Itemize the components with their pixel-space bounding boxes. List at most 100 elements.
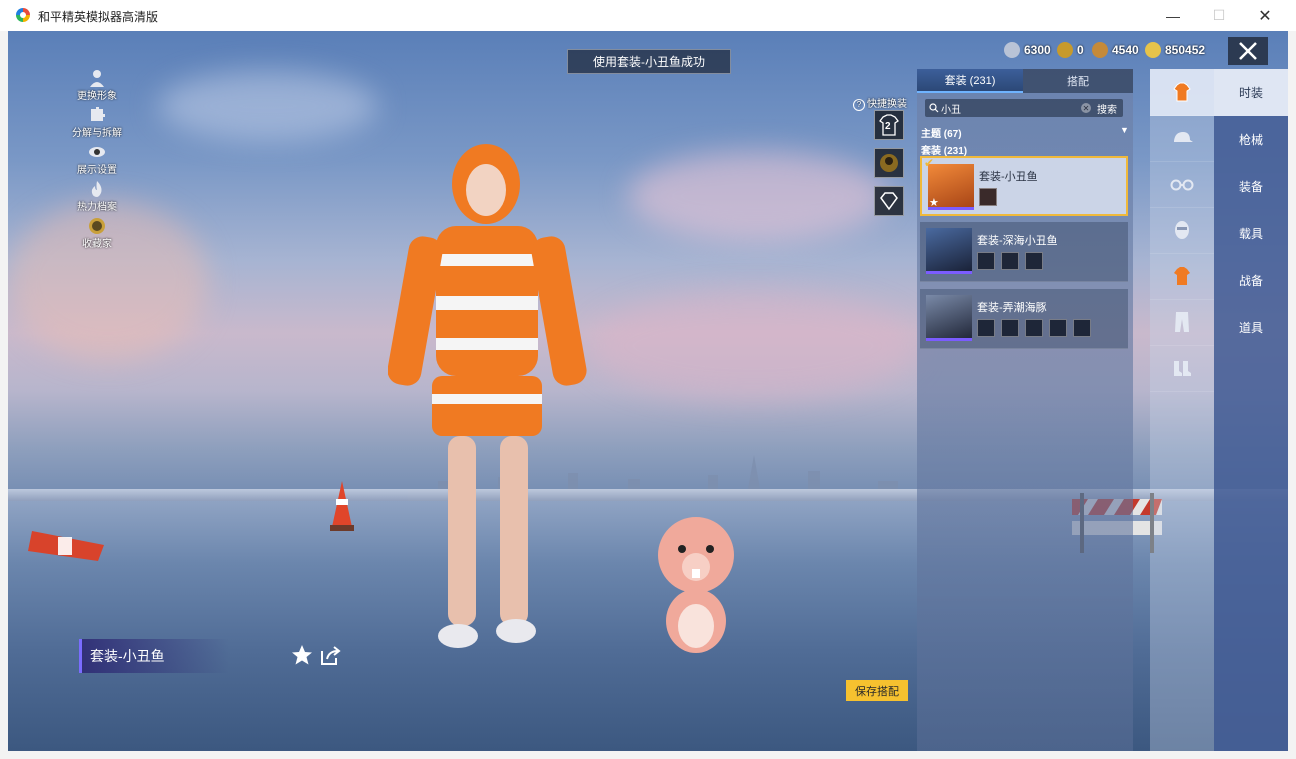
outfit-item-label: 套装-小丑鱼 [979,171,1038,183]
menu-items[interactable]: 道具 [1214,304,1288,351]
check-icon: ✔ [924,156,935,170]
menu-fashion[interactable]: 时装 [1214,69,1288,116]
cloud-decoration [158,71,378,141]
outfit-item[interactable]: 套装-弄潮海豚 [920,289,1128,349]
share-icon [321,646,341,665]
current-outfit-name: 套装-小丑鱼 [79,639,229,673]
item-part-thumbnail [1025,252,1043,270]
save-outfit-button[interactable]: 保存搭配 [846,680,908,701]
item-part-thumbnail [977,252,995,270]
outfit-panel: 套装 (231) 搭配 ✕ 搜索 主题 (67) ▼ 套装 (231) ✔ ★ … [917,69,1133,751]
currency-value: 4540 [1112,43,1139,57]
shoes-icon [1174,361,1191,376]
quick-preset-button[interactable]: 2 [874,110,904,140]
search-input[interactable] [941,100,1081,116]
currency-value: 0 [1077,43,1084,57]
traffic-cone [28,531,104,561]
display-settings-button[interactable]: 展示设置 [62,143,132,176]
category-icon-column [1150,69,1214,751]
outfit-item[interactable]: ✔ ★ 套装-小丑鱼 [920,156,1128,216]
character-model [388,144,587,648]
star-icon: ★ [929,197,939,209]
item-part-thumbnail [979,188,997,206]
goggles-icon [1170,179,1194,191]
item-part-thumbnail [977,319,995,337]
category-headwear[interactable] [1150,115,1214,162]
quick-emblem-button[interactable] [874,148,904,178]
change-appearance-button[interactable]: 更换形象 [62,69,132,102]
cloud-decoration [588,291,918,401]
cap-icon [1174,132,1193,142]
menu-weapons[interactable]: 枪械 [1214,116,1288,163]
item-part-thumbnail [1073,319,1091,337]
tab-combos[interactable]: 搭配 [1023,69,1133,93]
category-pants[interactable] [1150,299,1214,346]
outfit-thumbnail [926,295,972,341]
panel-tabs: 套装 (231) 搭配 [917,69,1133,93]
search-icon [929,103,939,113]
cloud-decoration [628,151,888,241]
maximize-button[interactable]: ☐ [1196,0,1242,31]
category-face[interactable] [1150,207,1214,254]
item-part-thumbnail [1049,319,1067,337]
star-icon [292,645,312,665]
quick-change-label[interactable]: ? 快捷换装 [853,95,907,111]
close-screen-button[interactable] [1228,37,1268,65]
quick-change-text: 快捷换装 [867,99,907,110]
category-outfit[interactable] [1150,69,1214,116]
menu-label: 热力档案 [77,202,117,213]
app-logo-icon [16,8,30,22]
category-eyewear[interactable] [1150,161,1214,208]
quick-diamond-button[interactable] [874,186,904,216]
close-icon [1239,42,1257,60]
traffic-cone [330,481,354,531]
menu-battle-prep[interactable]: 战备 [1214,257,1288,304]
section-header: 套装 (231) [921,146,968,157]
mask-icon [1175,221,1189,239]
menu-label: 更换形象 [77,91,117,102]
clear-search-icon[interactable]: ✕ [1081,103,1091,113]
diamond-icon [880,192,898,211]
close-window-button[interactable]: ✕ [1242,0,1288,31]
flame-icon [91,181,102,197]
main-category-menu: 时装 枪械 装备 载具 战备 道具 [1214,69,1288,751]
menu-label: 收藏家 [82,239,112,250]
game-viewport: 使用套装-小丑鱼成功 更换形象 分解与拆解 展示设置 热力档案 收藏家 6300 [8,31,1288,751]
search-button[interactable]: 搜索 [1097,101,1117,116]
minimize-button[interactable]: — [1150,0,1196,31]
preset-number: 2 [885,121,891,132]
top-icon [1174,267,1190,285]
outfit-item[interactable]: 套装-深海小丑鱼 [920,222,1128,282]
pants-icon [1175,312,1189,332]
menu-equipment[interactable]: 装备 [1214,163,1288,210]
emblem-icon [880,154,898,172]
heat-archive-button[interactable]: 热力档案 [62,180,132,213]
window-title: 和平精英模拟器高清版 [38,10,159,24]
menu-vehicles[interactable]: 载具 [1214,210,1288,257]
item-part-thumbnail [1001,319,1019,337]
decompose-button[interactable]: 分解与拆解 [62,106,132,139]
category-top[interactable] [1150,253,1214,300]
success-toast: 使用套装-小丑鱼成功 [567,49,731,74]
currency-value: 850452 [1165,43,1206,57]
chevron-down-icon[interactable]: ▼ [1120,125,1129,135]
outfit-thumbnail [926,228,972,274]
category-shoes[interactable] [1150,345,1214,392]
gold-coin-icon [1145,42,1161,58]
background-window-strip [0,751,1296,759]
tab-outfits[interactable]: 套装 (231) [917,69,1023,93]
bronze-coin-icon [1092,42,1108,58]
medal-icon [89,218,105,234]
collector-button[interactable]: 收藏家 [62,217,132,250]
pet-companion [658,517,734,653]
currency-value: 6300 [1024,43,1051,57]
search-box: ✕ 搜索 [925,99,1123,117]
window-titlebar: 和平精英模拟器高清版 — ☐ ✕ [0,0,1296,32]
share-button[interactable] [319,645,341,672]
currency-gold: 850452 [1145,41,1205,59]
theme-filter[interactable]: 主题 (67) [921,125,962,140]
outfit-icon [1173,82,1191,102]
help-icon: ? [853,99,865,111]
menu-label: 展示设置 [77,165,117,176]
favorite-button[interactable] [291,644,313,671]
